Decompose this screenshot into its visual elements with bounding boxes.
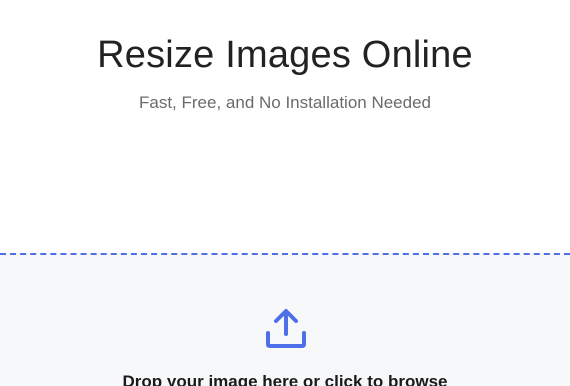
upload-icon (266, 309, 306, 348)
dropzone-label: Drop your image here or click to browse (122, 372, 448, 386)
page-subtitle: Fast, Free, and No Installation Needed (139, 93, 431, 112)
page: Resize Images Online Fast, Free, and No … (0, 0, 570, 386)
image-dropzone[interactable]: Drop your image here or click to browse (0, 253, 570, 386)
page-title: Resize Images Online (97, 34, 473, 76)
